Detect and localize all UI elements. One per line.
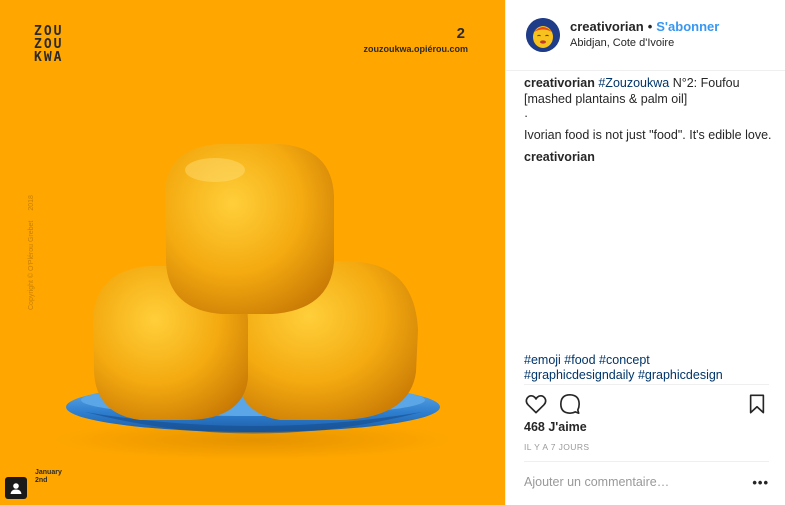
comment-author[interactable]: creativorian [524, 149, 772, 165]
post-sidebar: creativorian • S'abonner Abidjan, Cote d'I… [505, 0, 785, 505]
caption: creativorian #Zouzoukwa N°2: Foufou [mas… [524, 75, 772, 107]
hashtag-list: #emoji #food #concept #graphicdesigndail… [524, 353, 774, 383]
comment-icon[interactable] [558, 392, 582, 416]
instagram-post: ZOU ZOU KWA 2 zouzoukwa.opiérou.com Copy… [0, 0, 785, 505]
like-count[interactable]: 468 J'aime [524, 420, 587, 434]
post-date: January 2nd [35, 469, 75, 485]
username-link[interactable]: creativorian [570, 19, 644, 34]
post-image[interactable]: ZOU ZOU KWA 2 zouzoukwa.opiérou.com Copy… [0, 0, 505, 505]
avatar[interactable] [526, 18, 560, 52]
user-tag-icon[interactable] [5, 477, 27, 499]
add-comment-bar: ••• [524, 470, 769, 494]
caption-author[interactable]: creativorian [524, 76, 595, 90]
hashtags-line[interactable]: #emoji #food #concept [524, 353, 774, 368]
caption-dot-line: · [524, 109, 529, 123]
more-options-button[interactable]: ••• [749, 475, 769, 490]
heart-icon[interactable] [524, 392, 548, 416]
action-bar [524, 392, 769, 416]
bookmark-icon[interactable] [745, 392, 769, 416]
caption-hashtag[interactable]: #Zouzoukwa [598, 76, 669, 90]
date-month: January [35, 469, 62, 476]
post-header: creativorian • S'abonner Abidjan, Cote d'I… [506, 0, 785, 71]
location-link[interactable]: Abidjan, Cote d'Ivoire [570, 35, 719, 52]
header-separator: • [647, 19, 653, 34]
post-timestamp[interactable]: IL Y A 7 JOURS [524, 442, 589, 452]
divider [524, 461, 769, 462]
emoji-face-avatar [526, 18, 560, 52]
divider [524, 384, 769, 385]
comments-section: creativorian #Zouzoukwa N°2: Foufou [mas… [524, 75, 772, 166]
hashtags-line[interactable]: #graphicdesigndaily #graphicdesign [524, 368, 774, 383]
comment-input[interactable] [524, 475, 749, 489]
foufou-illustration [53, 144, 453, 460]
date-day: 2nd [35, 477, 48, 484]
follow-button[interactable]: S'abonner [656, 19, 719, 34]
caption-body: Ivorian food is not just "food". It's ed… [524, 128, 772, 142]
